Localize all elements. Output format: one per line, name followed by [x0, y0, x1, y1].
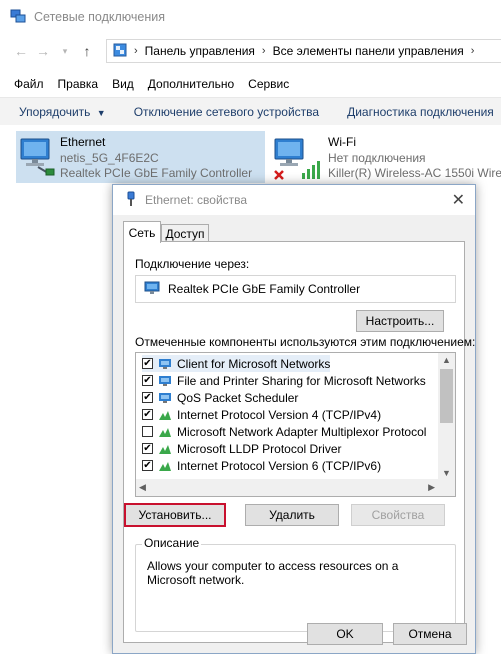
menu-bar: Файл Правка Вид Дополнительно Сервис	[0, 72, 501, 96]
network-connections-icon	[10, 8, 26, 27]
ethernet-properties-dialog: Ethernet: свойства ✕ Сеть Доступ Подключ…	[112, 184, 476, 654]
adapter-ethernet[interactable]: Ethernet netis_5G_4F6E2C Realtek PCIe Gb…	[16, 131, 265, 183]
window-title: Сетевые подключения	[34, 10, 166, 24]
client-network-icon	[158, 358, 172, 370]
wifi-device: Killer(R) Wireless-AC 1550i Wireless	[328, 166, 501, 180]
ok-button[interactable]: OK	[307, 623, 383, 645]
list-item[interactable]: ✔ Internet Protocol Version 4 (TCP/IPv4)	[142, 406, 381, 423]
component-checkbox[interactable]: ✔	[142, 443, 153, 454]
scroll-left-icon[interactable]: ◀	[139, 482, 146, 493]
uninstall-button[interactable]: Удалить	[245, 504, 339, 526]
service-icon	[158, 375, 172, 387]
configure-button[interactable]: Настроить...	[356, 310, 444, 332]
organize-button[interactable]: Упорядочить ▼	[19, 105, 106, 119]
horizontal-scrollbar[interactable]: ◀ ▶	[136, 479, 455, 496]
adapter-name: Realtek PCIe GbE Family Controller	[168, 282, 361, 296]
scroll-thumb[interactable]	[440, 369, 453, 423]
list-item[interactable]: ✔ QoS Packet Scheduler	[142, 389, 298, 406]
ethernet-status: netis_5G_4F6E2C	[60, 150, 159, 165]
list-item[interactable]: Microsoft Network Adapter Multiplexor Pr…	[142, 423, 426, 440]
component-label: QoS Packet Scheduler	[177, 390, 299, 405]
protocol-icon	[158, 443, 172, 455]
breadcrumb-all-items[interactable]: Все элементы панели управления	[273, 44, 464, 58]
command-bar: Упорядочить ▼ Отключение сетевого устрой…	[0, 97, 501, 125]
components-label: Отмеченные компоненты используются этим …	[135, 335, 476, 349]
component-checkbox[interactable]	[142, 426, 153, 437]
dialog-title: Ethernet: свойства	[145, 193, 248, 207]
diagnose-connection-button[interactable]: Диагностика подключения	[347, 105, 494, 119]
wifi-name: Wi-Fi	[328, 135, 356, 149]
forward-arrow-icon[interactable]: →	[32, 40, 54, 62]
menu-file[interactable]: Файл	[14, 77, 44, 91]
component-label: File and Printer Sharing for Microsoft N…	[177, 373, 426, 388]
list-item[interactable]: ✔ Microsoft LLDP Protocol Driver	[142, 440, 342, 457]
menu-edit[interactable]: Правка	[58, 77, 99, 91]
wifi-adapter-icon	[272, 137, 324, 183]
component-checkbox[interactable]: ✔	[142, 358, 153, 369]
scroll-right-icon[interactable]: ▶	[428, 482, 435, 493]
breadcrumb-separator-icon[interactable]: ›	[134, 45, 138, 57]
back-arrow-icon[interactable]: ←	[10, 40, 32, 62]
component-label: Client for Microsoft Networks	[177, 356, 331, 371]
breadcrumb-separator-icon[interactable]: ›	[471, 45, 475, 57]
dialog-titlebar: Ethernet: свойства ✕	[113, 185, 475, 215]
service-icon	[158, 392, 172, 404]
component-checkbox[interactable]: ✔	[142, 409, 153, 420]
menu-advanced[interactable]: Дополнительно	[148, 77, 234, 91]
tab-sharing[interactable]: Доступ	[161, 224, 209, 242]
menu-tools[interactable]: Сервис	[248, 77, 289, 91]
cancel-button[interactable]: Отмена	[393, 623, 467, 645]
disable-device-button[interactable]: Отключение сетевого устройства	[134, 105, 319, 119]
window-titlebar: Сетевые подключения	[0, 0, 501, 34]
list-item[interactable]: ✔ Internet Protocol Version 6 (TCP/IPv6)	[142, 457, 381, 474]
ethernet-device: Realtek PCIe GbE Family Controller	[60, 166, 253, 180]
description-group: Описание Allows your computer to access …	[135, 536, 456, 632]
organize-label: Упорядочить	[19, 104, 91, 119]
component-label: Microsoft LLDP Protocol Driver	[177, 441, 342, 456]
address-bar[interactable]: › Панель управления › Все элементы панел…	[106, 39, 501, 63]
component-checkbox[interactable]: ✔	[142, 460, 153, 471]
network-adapter-icon	[144, 281, 160, 298]
component-label: Microsoft Network Adapter Multiplexor Pr…	[177, 424, 427, 439]
recent-chevron-down-icon[interactable]: ▾	[54, 40, 76, 62]
adapter-field: Realtek PCIe GbE Family Controller	[135, 275, 456, 303]
components-list[interactable]: ✔ Client for Microsoft Networks ✔ File a…	[135, 352, 456, 497]
component-checkbox[interactable]: ✔	[142, 392, 153, 403]
vertical-scrollbar[interactable]: ▲ ▼	[438, 353, 455, 480]
component-label: Internet Protocol Version 6 (TCP/IPv6)	[177, 458, 382, 473]
protocol-icon	[158, 460, 172, 472]
description-text: Allows your computer to access resources…	[147, 559, 399, 587]
install-button[interactable]: Установить...	[124, 503, 226, 527]
properties-button[interactable]: Свойства	[351, 504, 445, 526]
tab-network[interactable]: Сеть	[123, 221, 161, 243]
protocol-icon	[158, 409, 172, 421]
scroll-down-icon[interactable]: ▼	[442, 468, 451, 478]
wifi-status: Нет подключения	[328, 150, 426, 165]
scroll-up-icon[interactable]: ▲	[442, 355, 451, 365]
close-icon[interactable]: ✕	[452, 190, 465, 210]
description-label: Описание	[142, 536, 202, 550]
network-cable-icon	[125, 191, 137, 210]
component-checkbox[interactable]: ✔	[142, 375, 153, 386]
list-item[interactable]: ✔ Client for Microsoft Networks	[142, 355, 331, 372]
ethernet-name: Ethernet	[60, 135, 106, 149]
menu-view[interactable]: Вид	[112, 77, 134, 91]
chevron-down-icon: ▼	[96, 107, 106, 118]
component-label: Internet Protocol Version 4 (TCP/IPv4)	[177, 407, 382, 422]
breadcrumb-control-panel[interactable]: Панель управления	[145, 44, 255, 58]
control-panel-icon	[113, 43, 127, 60]
ethernet-adapter-icon	[18, 137, 56, 180]
connect-using-label: Подключение через:	[135, 257, 250, 271]
list-item[interactable]: ✔ File and Printer Sharing for Microsoft…	[142, 372, 426, 389]
network-tab-panel: Подключение через: Realtek PCIe GbE Fami…	[123, 241, 475, 643]
navigation-bar: ← → ▾ ↑ › Панель управления › Все элемен…	[0, 34, 501, 68]
adapter-wifi[interactable]: Wi-Fi Нет подключения Killer(R) Wireless…	[270, 131, 501, 183]
protocol-icon	[158, 426, 172, 438]
breadcrumb-separator-icon[interactable]: ›	[262, 45, 266, 57]
up-arrow-icon[interactable]: ↑	[76, 40, 98, 62]
